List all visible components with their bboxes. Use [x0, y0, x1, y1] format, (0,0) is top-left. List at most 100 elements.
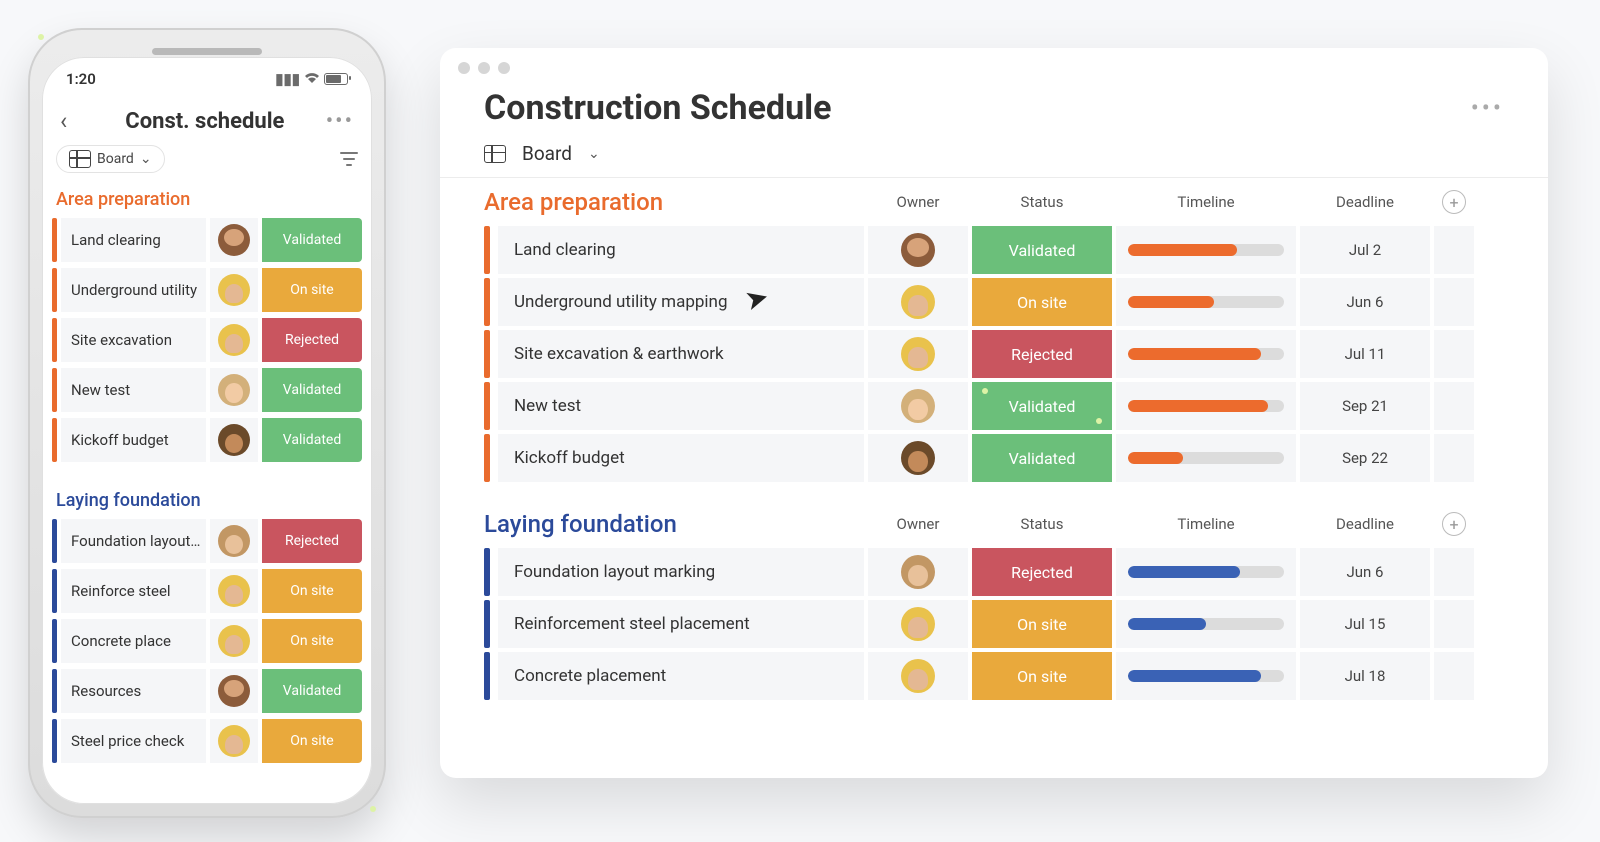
col-head-status[interactable]: Status [972, 193, 1112, 211]
task-row[interactable]: Land clearingValidated [52, 218, 362, 262]
status-cell[interactable]: Validated [262, 418, 362, 462]
task-row[interactable]: Site excavation Rejected [52, 318, 362, 362]
status-cell[interactable]: On site [972, 600, 1112, 648]
deadline-cell[interactable]: Jun 6 [1300, 548, 1430, 596]
timeline-cell[interactable] [1116, 382, 1296, 430]
task-name[interactable]: Concrete placement [498, 652, 864, 700]
owner-cell[interactable] [210, 569, 258, 613]
status-cell[interactable]: On site [262, 619, 362, 663]
owner-cell[interactable] [868, 330, 968, 378]
deadline-cell[interactable]: Jul 2 [1300, 226, 1430, 274]
col-head-deadline[interactable]: Deadline [1300, 193, 1430, 211]
task-name[interactable]: New test [498, 382, 864, 430]
add-column-button[interactable]: + [1442, 190, 1466, 214]
owner-cell[interactable] [210, 619, 258, 663]
owner-cell[interactable] [868, 600, 968, 648]
deadline-cell[interactable]: Jul 15 [1300, 600, 1430, 648]
task-row[interactable]: Kickoff budget Validated [52, 418, 362, 462]
status-cell[interactable]: Rejected [972, 330, 1112, 378]
deadline-cell[interactable]: Jul 11 [1300, 330, 1430, 378]
owner-cell[interactable] [210, 218, 258, 262]
group-title[interactable]: Laying foundation [56, 490, 358, 511]
owner-cell[interactable] [868, 548, 968, 596]
task-name[interactable]: Land clearing [498, 226, 864, 274]
owner-cell[interactable] [210, 418, 258, 462]
timeline-cell[interactable] [1116, 226, 1296, 274]
task-row[interactable]: Concrete place On site [52, 619, 362, 663]
status-cell[interactable]: On site [262, 268, 362, 312]
status-cell[interactable]: Validated [262, 218, 362, 262]
add-column-button[interactable]: + [1442, 512, 1466, 536]
owner-cell[interactable] [868, 226, 968, 274]
owner-cell[interactable] [210, 318, 258, 362]
status-cell[interactable]: Validated [972, 226, 1112, 274]
owner-cell[interactable] [868, 278, 968, 326]
task-row[interactable]: Underground utility mapping On site Jun 6 [484, 278, 1504, 326]
page-more-button[interactable]: ••• [1471, 94, 1504, 122]
task-name[interactable]: Site excavation [61, 318, 206, 362]
task-name[interactable]: New test [61, 368, 206, 412]
task-name[interactable]: Steel price check [61, 719, 206, 763]
owner-cell[interactable] [210, 268, 258, 312]
status-cell[interactable]: On site [262, 719, 362, 763]
col-head-deadline[interactable]: Deadline [1300, 515, 1430, 533]
task-row[interactable]: New test Validated [52, 368, 362, 412]
status-cell[interactable]: Rejected [262, 318, 362, 362]
owner-cell[interactable] [210, 669, 258, 713]
status-cell[interactable]: Rejected [262, 519, 362, 563]
filter-button[interactable] [340, 152, 358, 166]
task-name[interactable]: Kickoff budget [498, 434, 864, 482]
chevron-down-icon[interactable]: ⌄ [588, 146, 600, 162]
task-row[interactable]: Concrete placement On site Jul 18 [484, 652, 1504, 700]
owner-cell[interactable] [210, 519, 258, 563]
more-button[interactable]: ••• [326, 109, 354, 134]
col-head-owner[interactable]: Owner [868, 515, 968, 533]
group-title[interactable]: Laying foundation [484, 510, 864, 538]
view-label[interactable]: Board [522, 142, 572, 165]
task-row[interactable]: Site excavation & earthwork Rejected Jul 1… [484, 330, 1504, 378]
timeline-cell[interactable] [1116, 330, 1296, 378]
deadline-cell[interactable]: Jun 6 [1300, 278, 1430, 326]
timeline-cell[interactable] [1116, 434, 1296, 482]
task-row[interactable]: Kickoff budgetValidatedSep 22 [484, 434, 1504, 482]
deadline-cell[interactable]: Jul 18 [1300, 652, 1430, 700]
task-row[interactable]: Underground utility On site [52, 268, 362, 312]
task-name[interactable]: Reinforcement steel placement [498, 600, 864, 648]
deadline-cell[interactable]: Sep 22 [1300, 434, 1430, 482]
task-row[interactable]: Foundation layout… Rejected [52, 519, 362, 563]
status-cell[interactable]: Validated [262, 669, 362, 713]
task-row[interactable]: Reinforcement steel placement On site Jul … [484, 600, 1504, 648]
view-switcher[interactable]: Board ⌄ [56, 145, 165, 173]
col-head-timeline[interactable]: Timeline [1116, 193, 1296, 211]
traffic-light-min[interactable] [478, 62, 490, 74]
status-cell[interactable]: On site [972, 278, 1112, 326]
traffic-light-close[interactable] [458, 62, 470, 74]
owner-cell[interactable] [868, 652, 968, 700]
timeline-cell[interactable] [1116, 548, 1296, 596]
col-head-timeline[interactable]: Timeline [1116, 515, 1296, 533]
task-name[interactable]: Site excavation & earthwork [498, 330, 864, 378]
status-cell[interactable]: Validated [972, 382, 1112, 430]
task-name[interactable]: Resources [61, 669, 206, 713]
task-name[interactable]: Kickoff budget [61, 418, 206, 462]
owner-cell[interactable] [868, 434, 968, 482]
owner-cell[interactable] [210, 719, 258, 763]
traffic-light-max[interactable] [498, 62, 510, 74]
task-row[interactable]: New testValidatedSep 21 [484, 382, 1504, 430]
task-name[interactable]: Underground utility [61, 268, 206, 312]
status-cell[interactable]: On site [972, 652, 1112, 700]
status-cell[interactable]: Validated [262, 368, 362, 412]
group-title[interactable]: Area preparation [56, 189, 358, 210]
owner-cell[interactable] [868, 382, 968, 430]
task-name[interactable]: Underground utility mapping [498, 278, 864, 326]
task-row[interactable]: Land clearing Validated Jul 2 [484, 226, 1504, 274]
timeline-cell[interactable] [1116, 278, 1296, 326]
window-body[interactable]: Area preparationOwnerStatusTimelineDeadl… [440, 178, 1548, 778]
task-name[interactable]: Concrete place [61, 619, 206, 663]
col-head-status[interactable]: Status [972, 515, 1112, 533]
task-name[interactable]: Foundation layout… [61, 519, 206, 563]
task-name[interactable]: Reinforce steel [61, 569, 206, 613]
task-row[interactable]: Reinforce steelOn site [52, 569, 362, 613]
back-button[interactable]: ‹ [60, 107, 84, 135]
task-row[interactable]: Resources Validated [52, 669, 362, 713]
